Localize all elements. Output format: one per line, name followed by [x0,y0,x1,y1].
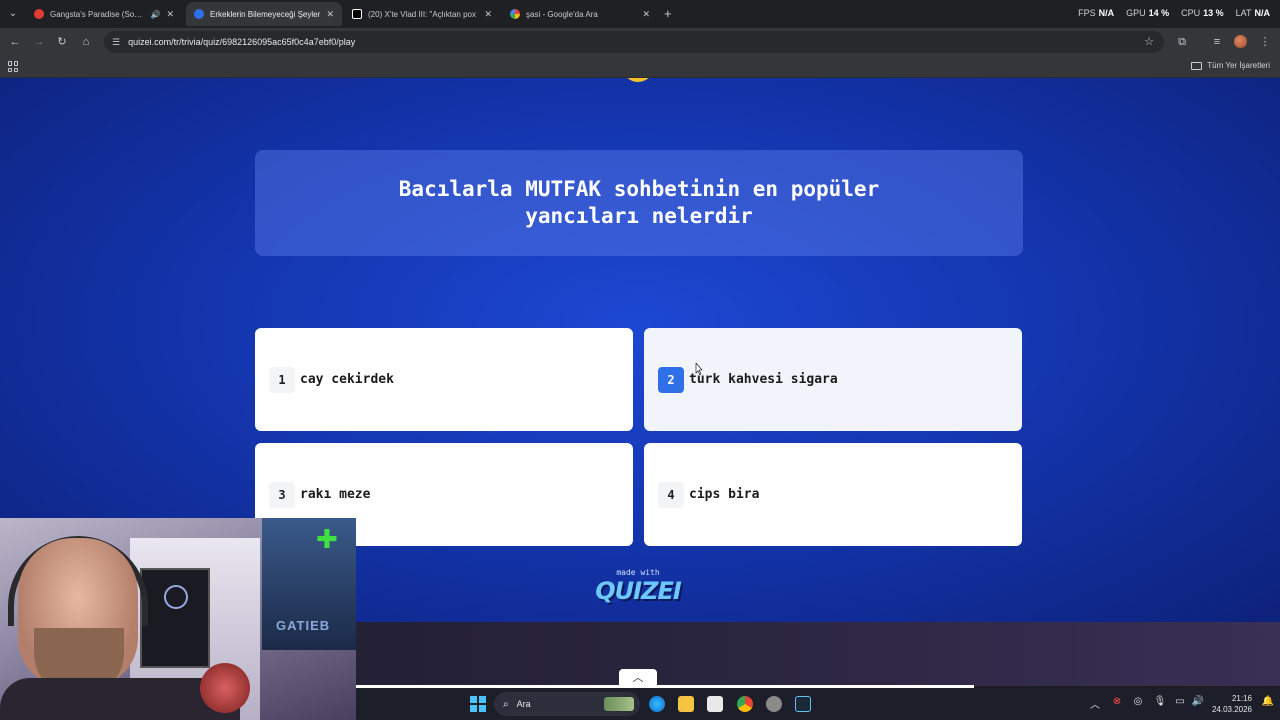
answer-label: cay cekirdek [300,372,394,387]
quizei-favicon-icon [194,9,204,19]
clock-date: 24.03.2026 [1211,705,1252,714]
youtube-music-icon [34,9,44,19]
tab-gangstas-paradise[interactable]: Gangsta's Paradise (Soul/Bl 🔊 ✕ [26,2,182,26]
clock-time: 21:16 [1231,694,1252,703]
answer-label: turk kahvesi sigara [689,372,838,387]
all-bookmarks-button[interactable]: Tüm Yer İşaretleri [1191,61,1270,70]
tab-title: (20) X'te Vlad III: "Açlıktan pox [368,9,476,19]
folder-icon [1191,61,1203,70]
profile-avatar[interactable] [1234,35,1247,48]
search-icon: ⌕ [503,698,509,710]
tray-network-app-icon[interactable]: ◎ [1130,696,1146,707]
url-text[interactable]: quizei.com/tr/trivia/quiz/6982126095ac65… [128,37,355,47]
search-highlight-image [604,697,634,711]
all-bookmarks-label: Tüm Yer İşaretleri [1207,61,1270,70]
edge-icon[interactable] [649,696,665,712]
volume-icon[interactable]: 🔊 [1190,696,1206,707]
tab-title: şasi - Google'da Ara [526,9,598,19]
tab-google-sasi[interactable]: şasi - Google'da Ara ✕ [502,2,658,26]
poster-text: GATIEB [276,618,331,633]
media-controls-icon[interactable]: ≡ [1210,35,1224,49]
search-placeholder: Ara [516,699,531,709]
new-tab-button[interactable]: + [664,6,672,22]
webcam-poster: GATIEB [262,518,356,650]
tray-app-icon[interactable]: ⊗ [1109,696,1125,707]
answer-number: 1 [269,366,295,393]
webcam-pc-case [140,568,210,668]
speaker-icon[interactable]: 🔊 [150,10,160,19]
close-tab-icon[interactable]: ✕ [166,9,174,20]
close-tab-icon[interactable]: ✕ [642,9,650,20]
perf-lat: LAT N/A [1235,8,1270,18]
question-text: Bacılarla MUTFAK sohbetinin en popüler y… [398,177,880,228]
answer-number: 2 [658,366,684,393]
chrome-icon[interactable] [737,696,753,712]
answer-number: 4 [658,481,684,508]
bookmark-star-icon[interactable]: ☆ [1144,35,1154,48]
tab-title: Erkeklerin Bilemeyeceği Şeyler [210,9,321,19]
tab-x-vlad[interactable]: (20) X'te Vlad III: "Açlıktan pox ✕ [344,2,500,26]
tab-strip: ⌄ Gangsta's Paradise (Soul/Bl 🔊 ✕ Erkekl… [0,0,1280,28]
webcam-overlay: GATIEB ✚ [0,518,356,720]
apps-grid-icon[interactable] [8,61,19,72]
tab-title: Gangsta's Paradise (Soul/Bl [50,9,147,19]
answer-option-4[interactable]: 4 cips bira [644,443,1022,546]
file-explorer-icon[interactable] [678,696,694,712]
performance-overlay: FPS N/A GPU 14 % CPU 13 % LAT N/A [1078,8,1270,18]
answer-option-2[interactable]: 2 turk kahvesi sigara [644,328,1022,431]
close-tab-icon[interactable]: ✕ [484,9,492,20]
perf-gpu: GPU 14 % [1126,8,1170,18]
answer-option-1[interactable]: 1 cay cekirdek [255,328,633,431]
x-logo-icon [352,9,362,19]
site-info-icon[interactable]: ☰ [112,37,120,48]
microphone-icon[interactable]: 🎙 [1152,696,1168,707]
perf-fps: FPS N/A [1078,8,1115,18]
answer-number: 3 [269,481,295,508]
green-plus-icon: ✚ [316,524,338,554]
quiz-mascot-partial [622,78,654,82]
forward-arrow-icon[interactable]: → [32,35,46,49]
mouse-cursor-icon [695,363,703,375]
extensions-icon[interactable]: ⧉ [1175,35,1189,49]
perf-cpu: CPU 13 % [1181,8,1224,18]
close-tab-icon[interactable]: ✕ [326,9,334,20]
question-card: Bacılarla MUTFAK sohbetinin en popüler y… [255,150,1023,256]
bookmarks-bar: Tüm Yer İşaretleri [0,56,1280,78]
notification-bell-icon[interactable]: 🔔 [1260,696,1276,707]
reload-icon[interactable]: ↻ [55,35,69,49]
steam-icon[interactable] [795,696,811,712]
navigation-bar: ← → ↻ ⌂ ☰ quizei.com/tr/trivia/quiz/6982… [0,28,1280,56]
google-icon [510,9,520,19]
network-icon[interactable]: ▭ [1172,696,1188,707]
system-clock[interactable]: 21:16 24.03.2026 [1208,693,1252,715]
menu-kebab-icon[interactable]: ⋮ [1258,35,1272,49]
tab-search-chevron-icon[interactable]: ⌄ [5,6,21,22]
back-arrow-icon[interactable]: ← [8,35,22,49]
tab-quizei[interactable]: Erkeklerin Bilemeyeceği Şeyler ✕ [186,2,342,26]
windows-start-icon[interactable] [470,696,486,712]
made-with-quizei[interactable]: made with QUIZEI [590,568,686,605]
answer-label: rakı meze [300,487,371,502]
microphone-foam [200,663,250,713]
tray-overflow-chevron-icon[interactable]: ︿ [1087,696,1103,711]
home-icon[interactable]: ⌂ [79,35,93,49]
address-bar[interactable]: ☰ quizei.com/tr/trivia/quiz/6982126095ac… [104,31,1164,53]
taskbar-search[interactable]: ⌕ Ara [494,692,640,716]
answer-label: cips bira [689,487,760,502]
app-icon[interactable] [766,696,782,712]
store-icon[interactable] [707,696,723,712]
quizei-logo: QUIZEI [595,577,682,605]
made-with-text: made with [616,568,660,577]
